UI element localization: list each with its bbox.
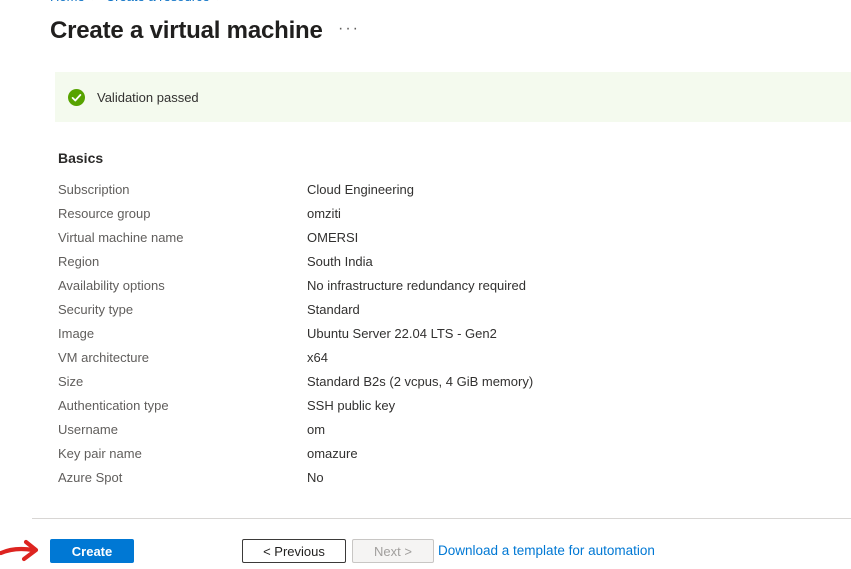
- row-label: Region: [58, 254, 307, 269]
- row-label: Subscription: [58, 182, 307, 197]
- row-value: No: [307, 470, 324, 485]
- row-value: Ubuntu Server 22.04 LTS - Gen2: [307, 326, 497, 341]
- breadcrumb-separator-icon: >: [92, 0, 99, 4]
- row-label: Key pair name: [58, 446, 307, 461]
- row-value: x64: [307, 350, 328, 365]
- breadcrumb-item-create-a-resource[interactable]: Create a resource: [106, 0, 210, 4]
- row-label: Virtual machine name: [58, 230, 307, 245]
- row-label: VM architecture: [58, 350, 307, 365]
- row-label: Size: [58, 374, 307, 389]
- summary-row: Availability options No infrastructure r…: [58, 273, 533, 297]
- row-label: Image: [58, 326, 307, 341]
- row-label: Authentication type: [58, 398, 307, 413]
- summary-row: Username om: [58, 417, 533, 441]
- summary-row: Authentication type SSH public key: [58, 393, 533, 417]
- validation-banner: Validation passed: [55, 72, 851, 122]
- summary-row: Security type Standard: [58, 297, 533, 321]
- row-value: Cloud Engineering: [307, 182, 414, 197]
- row-value: omazure: [307, 446, 358, 461]
- ellipsis-icon: ···: [338, 20, 360, 37]
- summary-row: Size Standard B2s (2 vcpus, 4 GiB memory…: [58, 369, 533, 393]
- row-value: Standard B2s (2 vcpus, 4 GiB memory): [307, 374, 533, 389]
- footer-divider: [32, 518, 851, 519]
- validation-message: Validation passed: [97, 90, 199, 105]
- breadcrumb: Home > Create a resource >: [50, 0, 231, 5]
- row-value: South India: [307, 254, 373, 269]
- previous-button[interactable]: < Previous: [242, 539, 346, 563]
- summary-row: Resource group omziti: [58, 201, 533, 225]
- basics-summary: Subscription Cloud Engineering Resource …: [58, 177, 533, 489]
- row-value: No infrastructure redundancy required: [307, 278, 526, 293]
- breadcrumb-separator-icon: >: [217, 0, 224, 4]
- row-value: SSH public key: [307, 398, 395, 413]
- row-label: Username: [58, 422, 307, 437]
- basics-heading: Basics: [58, 150, 103, 166]
- create-button[interactable]: Create: [50, 539, 134, 563]
- check-circle-icon: [68, 89, 85, 106]
- download-template-link[interactable]: Download a template for automation: [438, 543, 655, 558]
- row-value: om: [307, 422, 325, 437]
- summary-row: Image Ubuntu Server 22.04 LTS - Gen2: [58, 321, 533, 345]
- summary-row: Key pair name omazure: [58, 441, 533, 465]
- row-value: Standard: [307, 302, 360, 317]
- summary-row: Virtual machine name OMERSI: [58, 225, 533, 249]
- row-label: Security type: [58, 302, 307, 317]
- row-label: Azure Spot: [58, 470, 307, 485]
- row-label: Availability options: [58, 278, 307, 293]
- row-label: Resource group: [58, 206, 307, 221]
- row-value: omziti: [307, 206, 341, 221]
- summary-row: VM architecture x64: [58, 345, 533, 369]
- next-button[interactable]: Next >: [352, 539, 434, 563]
- summary-row: Subscription Cloud Engineering: [58, 177, 533, 201]
- red-arrow-annotation: [0, 537, 50, 567]
- summary-row: Region South India: [58, 249, 533, 273]
- summary-row: Azure Spot No: [58, 465, 533, 489]
- row-value: OMERSI: [307, 230, 358, 245]
- more-options-button[interactable]: ···: [338, 20, 360, 38]
- breadcrumb-item-home[interactable]: Home: [50, 0, 85, 4]
- page-title: Create a virtual machine: [50, 17, 323, 45]
